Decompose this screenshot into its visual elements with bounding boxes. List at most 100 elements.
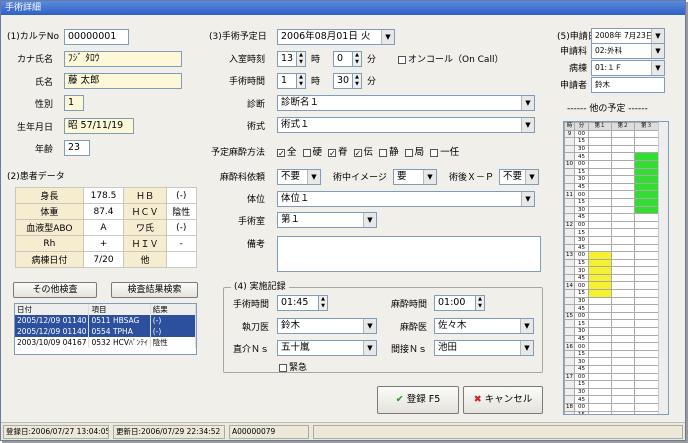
schedule-slot[interactable] [611,410,635,414]
schedule-slot[interactable] [634,228,659,237]
schedule-slot[interactable] [611,273,635,283]
schedule-slot[interactable] [611,365,635,374]
schedule-slot[interactable] [611,182,635,192]
schedule-row[interactable]: 15 [564,289,659,298]
schedule-row[interactable]: 45 [564,395,659,404]
schedule-slot[interactable] [634,251,659,260]
schedule-row[interactable]: 15 [564,258,659,268]
schedule-row[interactable]: 15 [564,380,659,389]
schedule-slot[interactable] [588,228,612,237]
circulating-nurse-select[interactable]: 池田 ▼ [434,340,534,356]
schedule-row[interactable]: 14 00 [564,281,659,291]
schedule-slot[interactable] [588,137,612,146]
test-results-list[interactable]: 日付 項目 結果 2005/12/09 01140 0511 HBSAG (-) 20… [14,303,197,355]
anesth-request-select[interactable]: 不要 ▼ [277,169,321,185]
schedule-row[interactable]: 12 00 [564,220,659,230]
diagnosis-select[interactable]: 診断名１ ▼ [277,95,535,111]
col-item[interactable]: 項目 [88,304,151,315]
schedule-row[interactable]: 15 [564,228,659,237]
schedule-slot[interactable] [588,365,612,374]
schedule-slot[interactable] [611,289,635,298]
schedule-slot[interactable] [588,175,612,184]
duration-minute-field[interactable]: 30 [333,73,353,89]
schedule-slot[interactable] [611,395,635,404]
position-select[interactable]: 体位１ ▼ [277,191,535,207]
schedule-slot[interactable] [634,296,659,306]
schedule-slot[interactable] [634,159,659,169]
schedule-row[interactable]: 15 [564,349,659,359]
sex-field[interactable]: 1 [64,95,84,111]
schedule-slot[interactable] [634,334,659,344]
schedule-slot[interactable] [634,190,659,199]
schedule-slot[interactable] [611,197,635,207]
postop-xray-select[interactable]: 不要 ▼ [499,169,539,185]
schedule-row[interactable]: 15 [564,410,659,414]
schedule-grid[interactable]: 時分第１ 第２ 第３ 9 00 15 30 45 10 00 15 30 45 11 00 15 30 45 12 0… [563,121,669,415]
schedule-slot[interactable] [611,304,635,313]
schedule-slot[interactable] [634,129,659,139]
schedule-slot[interactable] [588,197,612,207]
schedule-slot[interactable] [611,129,635,139]
schedule-row[interactable]: 15 [564,319,659,329]
schedule-slot[interactable] [611,175,635,184]
schedule-slot[interactable] [588,387,612,397]
schedule-row[interactable]: 45 [564,365,659,374]
schedule-slot[interactable] [634,349,659,359]
schedule-row[interactable]: 30 [564,205,659,215]
name-field[interactable]: 藤 太郎 [64,73,182,89]
scrub-nurse-select[interactable]: 五十嵐 ▼ [277,340,377,356]
schedule-slot[interactable] [611,159,635,169]
schedule-slot[interactable] [634,289,659,298]
schedule-slot[interactable] [588,319,612,329]
results-search-button[interactable]: 検査結果検索 [111,282,198,298]
schedule-slot[interactable] [611,380,635,389]
schedule-slot[interactable] [634,266,659,275]
schedule-slot[interactable] [588,402,612,412]
schedule-slot[interactable] [588,327,612,336]
schedule-slot[interactable] [634,319,659,329]
schedule-slot[interactable] [588,205,612,215]
schedule-slot[interactable] [611,342,635,351]
schedule-row[interactable]: 18 00 [564,402,659,412]
schedule-row[interactable]: 30 [564,327,659,336]
schedule-slot[interactable] [634,197,659,207]
schedule-slot[interactable] [588,182,612,192]
schedule-slot[interactable] [611,372,635,382]
entry-minute-field[interactable]: 0 [333,51,353,67]
schedule-row[interactable]: 10 00 [564,159,659,169]
schedule-slot[interactable] [634,311,659,321]
duration-minute-spinner[interactable]: ▲ ▼ [352,73,362,89]
schedule-slot[interactable] [611,220,635,230]
schedule-row[interactable]: 15 [564,167,659,177]
schedule-slot[interactable] [634,175,659,184]
entry-hour-spinner[interactable]: ▲ ▼ [296,51,306,67]
surgery-date-select[interactable]: 2006年08月01日 火 ▼ [277,29,395,45]
schedule-row[interactable]: 30 [564,266,659,275]
schedule-slot[interactable] [588,380,612,389]
schedule-slot[interactable] [588,342,612,351]
anesthesia-option[interactable]: 静 [379,147,399,158]
schedule-slot[interactable] [634,365,659,374]
anesthesiologist-select[interactable]: 佐々木 ▼ [434,318,534,334]
schedule-slot[interactable] [634,357,659,366]
schedule-slot[interactable] [634,342,659,351]
anesth-time-field[interactable]: 01:00 [434,295,476,311]
dob-field[interactable]: 昭 57/11/19 [64,118,134,134]
register-button[interactable]: ✔ 登録 F5 [377,386,459,414]
schedule-row[interactable]: 17 00 [564,372,659,382]
schedule-row[interactable]: 15 [564,137,659,146]
list-item[interactable]: 2005/12/09 01140 0511 HBSAG (-) [15,315,197,326]
anesth-time-spinner[interactable]: ▲ ▼ [475,295,485,311]
intraop-image-select[interactable]: 要 ▼ [393,169,437,185]
schedule-slot[interactable] [588,235,612,245]
schedule-row[interactable]: 16 00 [564,342,659,351]
cancel-button[interactable]: ✖ キャンセル [463,386,543,414]
ward-select[interactable]: 01:１Ｆ ▼ [591,60,665,76]
requester-field[interactable]: 鈴木 [591,77,665,93]
schedule-row[interactable]: 30 [564,387,659,397]
schedule-row[interactable]: 45 [564,334,659,344]
schedule-slot[interactable] [634,152,659,161]
schedule-row[interactable]: 45 [564,273,659,283]
schedule-slot[interactable] [634,273,659,283]
other-tests-button[interactable]: その他検査 [13,282,97,298]
